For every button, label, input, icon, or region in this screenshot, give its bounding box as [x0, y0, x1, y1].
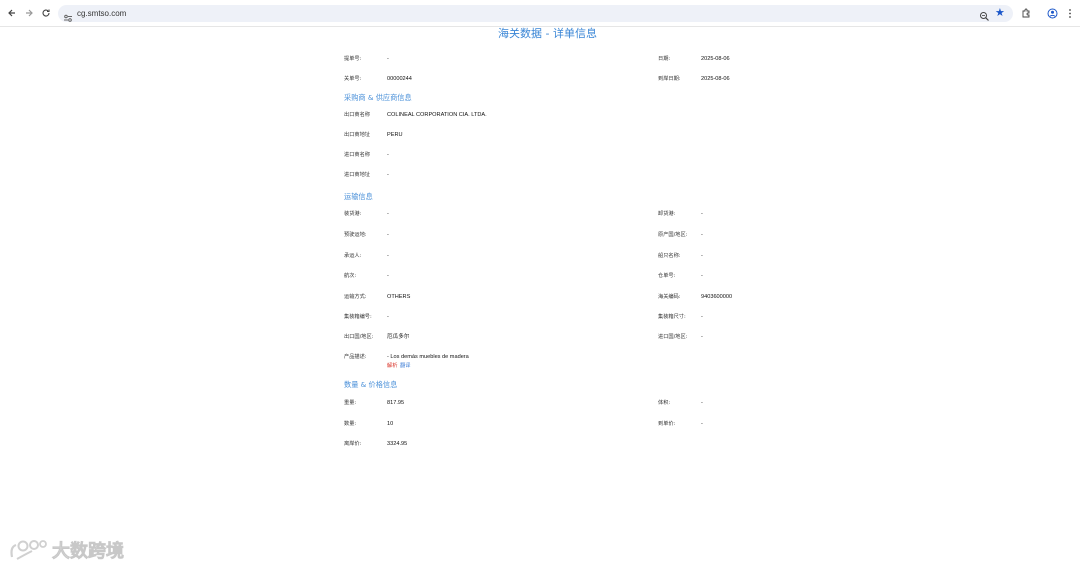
export-country-value: 厄瓜多尔	[387, 334, 410, 340]
vessel-label: 船只名称:	[658, 253, 681, 259]
forward-arrow-icon[interactable]	[21, 5, 37, 21]
quantity-label: 数量:	[344, 421, 357, 427]
customs-no-label: 关单号:	[344, 76, 362, 82]
section-title-quantity-price: 数量 & 价格信息	[344, 380, 398, 389]
exporter-address-label: 出口商地址	[344, 132, 370, 138]
carrier-value: -	[387, 253, 389, 259]
reload-icon[interactable]	[38, 5, 54, 21]
warehouse-label: 仓单号:	[658, 273, 676, 279]
import-country-label: 进口国/地区:	[658, 334, 688, 340]
unit-price-label: 到单价:	[658, 421, 676, 427]
importer-address-label: 进口商地址	[344, 172, 370, 178]
watermark: 大数跨境	[8, 535, 148, 565]
extensions-icon[interactable]	[1018, 5, 1034, 21]
importer-address-value: -	[387, 172, 389, 178]
destination-label: 预驶运地:	[344, 232, 367, 238]
transport-mode-value: OTHERS	[387, 294, 411, 300]
date-label: 日期:	[658, 56, 671, 62]
quantity-value: 10	[387, 421, 394, 427]
address-bar[interactable]: cg.smtso.com ★	[58, 5, 1013, 22]
bookmark-star-icon[interactable]: ★	[995, 6, 1007, 19]
voyage-label: 航次:	[344, 273, 357, 279]
watermark-text: 大数跨境	[52, 541, 125, 563]
volume-label: 体积:	[658, 400, 671, 406]
warehouse-value: -	[701, 273, 703, 279]
origin-country-label: 原产国/地区:	[658, 232, 688, 238]
watermark-logo-icon	[10, 540, 47, 560]
hs-code-label: 海关编码:	[658, 294, 681, 300]
container-size-label: 集装箱尺寸:	[658, 314, 686, 320]
unloading-port-value: -	[701, 211, 703, 217]
translate-link[interactable]: 翻译	[400, 362, 410, 370]
browser-toolbar: cg.smtso.com ★	[0, 0, 1080, 27]
voyage-value: -	[387, 273, 389, 279]
destination-value: -	[387, 232, 389, 238]
carrier-label: 承运人:	[344, 253, 362, 259]
importer-name-label: 进口商名称	[344, 152, 370, 158]
page-title: 海关数据 - 详单信息	[498, 27, 597, 40]
container-no-value: -	[387, 314, 389, 320]
container-size-value: -	[701, 314, 703, 320]
loading-port-value: -	[387, 211, 389, 217]
import-country-value: -	[701, 334, 703, 340]
back-arrow-icon[interactable]	[4, 5, 20, 21]
container-no-label: 集装箱编号:	[344, 314, 372, 320]
importer-name-value: -	[387, 152, 389, 158]
section-title-parties: 采购商 & 供应商信息	[344, 93, 412, 102]
arrival-date-value: 2025-08-06	[701, 76, 730, 82]
profile-icon[interactable]	[1044, 5, 1060, 21]
exporter-name-value: COLINEAL CORPORATION CIA. LTDA.	[387, 112, 487, 118]
total-price-value: 3324.95	[387, 441, 408, 447]
site-info-icon[interactable]	[63, 8, 73, 22]
unit-price-value: -	[701, 421, 703, 427]
product-desc-value: - Los demás muebles de madera	[387, 354, 469, 360]
bill-no-label: 提单号:	[344, 56, 362, 62]
zoom-icon[interactable]	[979, 7, 991, 21]
weight-label: 重量:	[344, 400, 357, 406]
date-value: 2025-08-06	[701, 56, 730, 62]
url-text[interactable]: cg.smtso.com	[77, 7, 126, 20]
unloading-port-label: 卸货港:	[658, 211, 676, 217]
loading-port-label: 装货港:	[344, 211, 362, 217]
bill-no-value: -	[387, 56, 389, 62]
exporter-name-label: 出口商名称	[344, 112, 370, 118]
volume-value: -	[701, 400, 703, 406]
origin-country-value: -	[701, 232, 703, 238]
customs-no-value: 00000244	[387, 76, 412, 82]
section-title-transport: 运输信息	[344, 192, 373, 201]
exporter-address-value: PERU	[387, 132, 403, 138]
analyze-link[interactable]: 解析	[387, 362, 397, 370]
total-price-label: 离岸价:	[344, 441, 362, 447]
arrival-date-label: 到岸日期:	[658, 76, 681, 82]
transport-mode-label: 运输方式:	[344, 294, 367, 300]
export-country-label: 出口国/地区:	[344, 334, 374, 340]
product-desc-label: 产品描述:	[344, 354, 367, 360]
vessel-value: -	[701, 253, 703, 259]
weight-value: 817.95	[387, 400, 405, 406]
hs-code-value: 9403600000	[701, 294, 733, 300]
menu-icon[interactable]	[1062, 5, 1078, 21]
